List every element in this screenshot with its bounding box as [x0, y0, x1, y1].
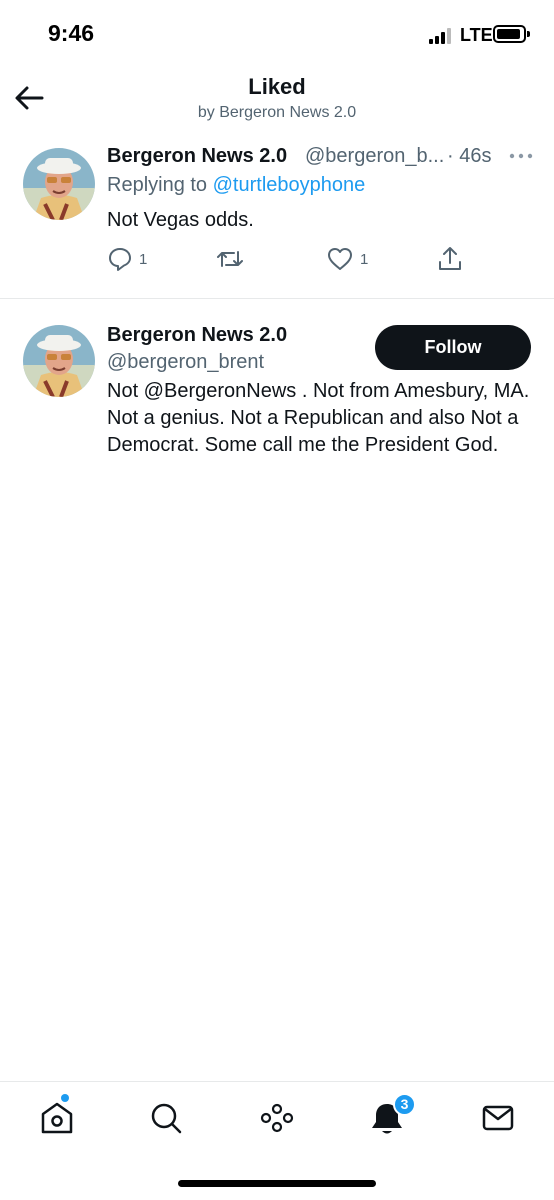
home-icon[interactable]	[37, 1100, 77, 1136]
retweet-button[interactable]	[215, 245, 245, 273]
share-icon	[439, 247, 461, 270]
reply-button[interactable]: 1	[107, 245, 147, 273]
user-handle[interactable]: @bergeron_brent	[107, 351, 264, 374]
replying-to-link[interactable]: @turtleboyphone	[213, 174, 366, 196]
home-indicator	[178, 1180, 376, 1187]
like-button[interactable]: 1	[326, 245, 368, 273]
page-title: Liked	[248, 74, 306, 99]
retweet-icon	[217, 251, 243, 267]
like-count: 1	[360, 250, 369, 268]
spaces-icon[interactable]	[257, 1100, 297, 1136]
home-unread-dot	[61, 1094, 69, 1102]
user-bio: Not @BergeronNews . Not from Amesbury, M…	[107, 380, 530, 456]
user-name[interactable]: Bergeron News 2.0	[107, 324, 287, 347]
network-label: LTE	[460, 25, 493, 45]
divider	[0, 298, 554, 299]
more-options-icon[interactable]	[508, 146, 534, 166]
share-button[interactable]	[437, 245, 463, 273]
tweet-author-handle[interactable]: @bergeron_b...	[305, 145, 444, 168]
notifications-badge: 3	[393, 1093, 416, 1116]
tweet-timestamp: · 46s	[447, 145, 492, 167]
heart-icon	[328, 248, 352, 270]
follow-button[interactable]: Follow	[375, 325, 531, 370]
messages-icon[interactable]	[478, 1100, 518, 1136]
avatar[interactable]	[23, 148, 95, 220]
signal-icon	[429, 28, 453, 44]
tweet-text: Not Vegas odds.	[107, 209, 254, 231]
replying-to: Replying to @turtleboyphone	[107, 174, 365, 197]
avatar[interactable]	[23, 325, 95, 397]
reply-icon	[109, 248, 131, 271]
page-subtitle: by Bergeron News 2.0	[197, 104, 357, 121]
battery-icon	[493, 25, 526, 43]
replying-prefix: Replying to	[107, 174, 213, 196]
status-bar: 9:46 LTE	[0, 0, 554, 70]
reply-count: 1	[139, 250, 148, 268]
tweet-author-name[interactable]: Bergeron News 2.0	[107, 145, 287, 168]
status-time: 9:46	[48, 20, 95, 46]
search-icon[interactable]	[146, 1100, 186, 1136]
